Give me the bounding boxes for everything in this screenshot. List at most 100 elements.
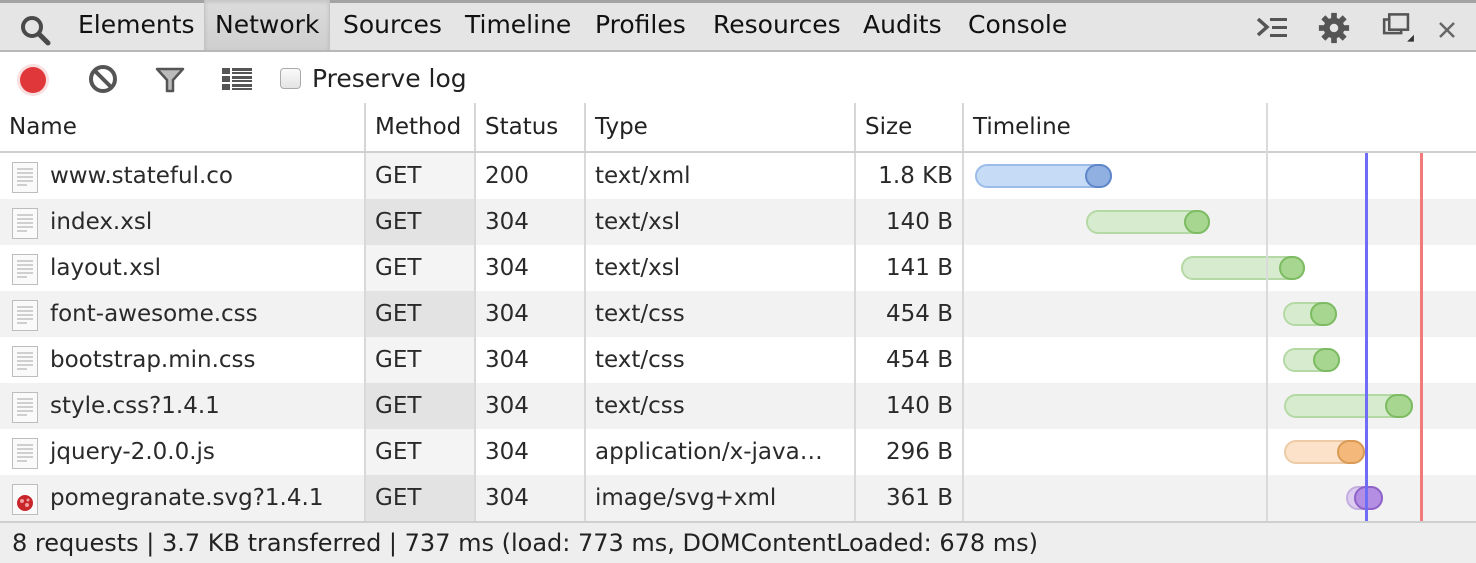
request-size: 1.8 KB — [856, 153, 964, 199]
request-method: GET — [366, 475, 476, 521]
network-request-grid: Name Method Status Type Size Timeline ww… — [0, 103, 1476, 521]
request-row[interactable]: index.xsl GET 304 text/xsl 140 B — [0, 199, 1476, 245]
request-name-cell[interactable]: jquery-2.0.0.js — [0, 429, 366, 475]
document-icon — [12, 254, 38, 285]
dock-icon[interactable] — [1378, 11, 1426, 45]
record-icon[interactable] — [15, 62, 51, 98]
tab-sources[interactable]: Sources — [333, 3, 452, 50]
tab-resources[interactable]: Resources — [703, 3, 851, 50]
request-timeline-cell — [964, 429, 1476, 475]
request-row[interactable]: font-awesome.css GET 304 text/css 454 B — [0, 291, 1476, 337]
timeline-bar-receiving — [1354, 486, 1383, 510]
document-icon — [12, 392, 38, 423]
request-row[interactable]: bootstrap.min.css GET 304 text/css 454 B — [0, 337, 1476, 383]
filter-icon[interactable] — [154, 63, 186, 95]
request-row[interactable]: www.stateful.co GET 200 text/xml 1.8 KB — [0, 153, 1476, 199]
request-method: GET — [366, 245, 476, 291]
request-name: pomegranate.svg?1.4.1 — [50, 485, 324, 511]
tab-profiles[interactable]: Profiles — [585, 3, 696, 50]
document-icon — [12, 346, 38, 377]
request-type: text/xsl — [586, 199, 856, 245]
timeline-bar-receiving — [1336, 440, 1366, 464]
column-header-method[interactable]: Method — [366, 103, 476, 151]
domcontentloaded-marker — [1365, 153, 1369, 521]
tab-network[interactable]: Network — [204, 0, 331, 50]
close-icon[interactable] — [1436, 19, 1458, 41]
request-name: layout.xsl — [50, 255, 162, 281]
search-icon[interactable] — [18, 13, 52, 47]
request-name: font-awesome.css — [50, 301, 258, 327]
request-name: www.stateful.co — [50, 163, 233, 189]
document-icon — [12, 162, 38, 193]
timeline-bar-receiving — [1183, 210, 1210, 234]
request-name-cell[interactable]: pomegranate.svg?1.4.1 — [0, 475, 366, 521]
request-method: GET — [366, 337, 476, 383]
timeline-bar-receiving — [1312, 348, 1341, 372]
timeline-bar[interactable] — [1284, 394, 1413, 418]
request-status: 304 — [476, 291, 586, 337]
tab-console[interactable]: Console — [958, 3, 1077, 50]
request-name-cell[interactable]: www.stateful.co — [0, 153, 366, 199]
column-header-status[interactable]: Status — [476, 103, 586, 151]
request-row[interactable]: layout.xsl GET 304 text/xsl 141 B — [0, 245, 1476, 291]
document-icon — [12, 208, 38, 239]
request-size: 140 B — [856, 383, 964, 429]
request-timeline-cell — [964, 337, 1476, 383]
timeline-bar-receiving — [1279, 256, 1306, 280]
clear-icon[interactable] — [87, 63, 119, 95]
request-status: 304 — [476, 429, 586, 475]
timeline-divider — [1266, 103, 1268, 521]
request-size: 296 B — [856, 429, 964, 475]
request-method: GET — [366, 383, 476, 429]
request-size: 454 B — [856, 337, 964, 383]
document-icon — [12, 300, 38, 331]
request-name-cell[interactable]: index.xsl — [0, 199, 366, 245]
timeline-bar[interactable] — [1283, 348, 1341, 372]
request-status: 304 — [476, 383, 586, 429]
preserve-log-option[interactable]: Preserve log — [280, 64, 467, 93]
request-name: bootstrap.min.css — [50, 347, 256, 373]
status-bar-summary: 8 requests | 3.7 KB transferred | 737 ms… — [0, 521, 1476, 563]
tab-timeline[interactable]: Timeline — [455, 3, 581, 50]
column-header-type[interactable]: Type — [586, 103, 856, 151]
settings-gear-icon[interactable] — [1316, 11, 1352, 45]
tab-audits[interactable]: Audits — [853, 3, 952, 50]
preserve-log-checkbox[interactable] — [280, 67, 301, 89]
request-type: text/css — [586, 383, 856, 429]
request-size: 140 B — [856, 199, 964, 245]
timeline-bar[interactable] — [1085, 210, 1210, 234]
request-method: GET — [366, 291, 476, 337]
timeline-bar-receiving — [1309, 302, 1337, 326]
request-name-cell[interactable]: style.css?1.4.1 — [0, 383, 366, 429]
devtools-tab-bar: Elements Network Sources Timeline Profil… — [0, 0, 1476, 52]
timeline-bar[interactable] — [975, 164, 1112, 188]
request-timeline-cell — [964, 199, 1476, 245]
column-header-timeline[interactable]: Timeline — [964, 103, 1268, 151]
column-header-name[interactable]: Name — [0, 103, 366, 151]
timeline-bar[interactable] — [1180, 256, 1306, 280]
request-row[interactable]: pomegranate.svg?1.4.1 GET 304 image/svg+xml… — [0, 475, 1476, 521]
timeline-bar[interactable] — [1284, 440, 1366, 464]
request-method: GET — [366, 153, 476, 199]
document-icon — [12, 438, 38, 469]
request-name-cell[interactable]: bootstrap.min.css — [0, 337, 366, 383]
request-method: GET — [366, 199, 476, 245]
large-rows-icon[interactable] — [221, 63, 253, 95]
request-row[interactable]: jquery-2.0.0.js GET 304 application/x-java…… — [0, 429, 1476, 475]
timeline-bar[interactable] — [1283, 302, 1337, 326]
image-thumbnail-icon — [12, 484, 38, 515]
request-timeline-cell — [964, 291, 1476, 337]
request-name-cell[interactable]: font-awesome.css — [0, 291, 366, 337]
request-name: style.css?1.4.1 — [50, 393, 220, 419]
request-type: image/svg+xml — [586, 475, 856, 521]
column-header-size[interactable]: Size — [856, 103, 964, 151]
request-status: 304 — [476, 245, 586, 291]
tab-elements[interactable]: Elements — [68, 3, 205, 50]
console-drawer-icon[interactable] — [1254, 11, 1290, 45]
request-size: 454 B — [856, 291, 964, 337]
request-name-cell[interactable]: layout.xsl — [0, 245, 366, 291]
request-row[interactable]: style.css?1.4.1 GET 304 text/css 140 B — [0, 383, 1476, 429]
request-type: text/xml — [586, 153, 856, 199]
request-method: GET — [366, 429, 476, 475]
request-timeline-cell — [964, 475, 1476, 521]
